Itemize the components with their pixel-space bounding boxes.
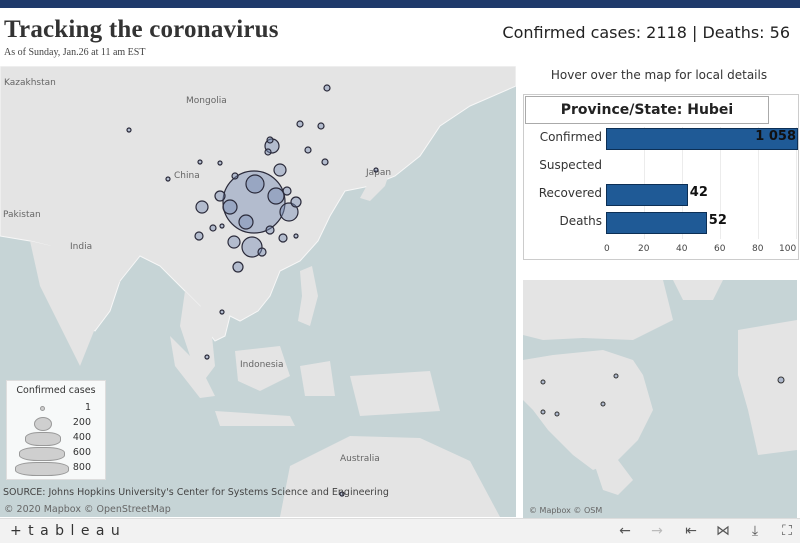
bubble[interactable]	[266, 136, 274, 144]
province-header: Province/State: Hubei	[524, 95, 769, 124]
legend-circle-icon	[25, 432, 61, 446]
bubble[interactable]	[373, 167, 379, 173]
bubble[interactable]	[267, 187, 285, 205]
legend-value: 600	[72, 447, 91, 458]
bubble[interactable]	[245, 174, 265, 194]
summary-headline: Confirmed cases: 2118 | Deaths: 56	[502, 23, 790, 42]
mini-map-credit[interactable]: © Mapbox © OSM	[529, 506, 602, 515]
bar-row-recovered[interactable]: Recovered 42	[524, 181, 798, 207]
size-legend: Confirmed cases 1 200 400 600 800	[6, 380, 106, 480]
bubble[interactable]	[231, 172, 239, 180]
legend-value: 1	[84, 402, 91, 413]
bar-value: 52	[708, 213, 727, 228]
bubble[interactable]	[317, 122, 325, 130]
source-note: SOURCE: Johns Hopkins University's Cente…	[3, 487, 389, 498]
main-map[interactable]: Kazakhstan Mongolia China Japan Pakistan…	[0, 66, 516, 517]
legend-value: 800	[72, 462, 91, 473]
back-icon[interactable]: ←	[614, 522, 636, 540]
bubble[interactable]	[195, 200, 209, 214]
download-icon[interactable]: ⤓	[744, 522, 766, 540]
legend-circle-icon	[19, 447, 65, 461]
hover-hint: Hover over the map for local details	[550, 68, 768, 82]
dashboard-subtitle: As of Sunday, Jan.26 at 11 am EST	[4, 47, 146, 58]
bubble[interactable]	[777, 376, 785, 384]
us-mini-map[interactable]: © Mapbox © OSM	[523, 280, 797, 518]
bubble[interactable]	[540, 379, 546, 385]
forward-icon[interactable]: →	[646, 522, 668, 540]
bar-value: 42	[689, 185, 708, 200]
legend-circle-icon	[15, 462, 69, 476]
legend-circle-icon	[40, 406, 45, 411]
bubble[interactable]	[204, 354, 210, 360]
bubble[interactable]	[321, 158, 329, 166]
province-details-chart: Province/State: Hubei Confirmed 1 058 Susp…	[523, 94, 799, 260]
bubble[interactable]	[232, 261, 244, 273]
bubble[interactable]	[219, 309, 225, 315]
mini-map-land	[523, 280, 797, 495]
bubble[interactable]	[323, 84, 331, 92]
bubble[interactable]	[209, 224, 217, 232]
axis-tick: 40	[676, 244, 688, 254]
bubble[interactable]	[222, 199, 238, 215]
bubble[interactable]	[282, 186, 292, 196]
bar-row-confirmed[interactable]: Confirmed 1 058	[524, 125, 798, 151]
bubble[interactable]	[214, 190, 226, 202]
dashboard-title: Tracking the coronavirus	[4, 16, 279, 43]
bar-deaths[interactable]	[606, 212, 707, 234]
axis-tick: 20	[638, 244, 650, 254]
fullscreen-icon[interactable]: ⛶	[776, 522, 798, 540]
bubble[interactable]	[290, 196, 302, 208]
bubble[interactable]	[227, 235, 241, 249]
bubble[interactable]	[194, 231, 204, 241]
bubble[interactable]	[217, 160, 223, 166]
legend-row: 200	[7, 416, 105, 432]
tableau-logo[interactable]: + t a b l e a u	[10, 523, 121, 539]
province-label: Province/State: Hubei	[525, 96, 769, 124]
bar-recovered[interactable]	[606, 184, 688, 206]
legend-row: 600	[7, 446, 105, 462]
bar-value: 1 058	[755, 129, 796, 144]
top-accent-bar	[0, 0, 800, 8]
bubble[interactable]	[219, 223, 225, 229]
bubble[interactable]	[304, 146, 312, 154]
map-credit[interactable]: © 2020 Mapbox © OpenStreetMap	[4, 504, 171, 515]
bubble[interactable]	[293, 233, 299, 239]
bar-label: Recovered	[538, 186, 602, 200]
axis-tick: 100	[779, 244, 797, 254]
tableau-toolbar: + t a b l e a u ← → ⇤ ⋈ ⤓ ⛶	[0, 518, 800, 543]
axis-tick: 0	[604, 244, 610, 254]
legend-title: Confirmed cases	[16, 385, 96, 396]
bubble[interactable]	[126, 127, 132, 133]
bar-label: Confirmed	[539, 130, 602, 144]
legend-value: 200	[72, 417, 91, 428]
bubble[interactable]	[165, 176, 171, 182]
bubble[interactable]	[273, 163, 287, 177]
bar-label: Suspected	[539, 158, 602, 172]
bubble[interactable]	[197, 159, 203, 165]
axis-tick: 60	[714, 244, 726, 254]
bubble[interactable]	[600, 401, 606, 407]
bubble[interactable]	[540, 409, 546, 415]
bubble[interactable]	[296, 120, 304, 128]
revert-icon[interactable]: ⇤	[680, 522, 702, 540]
bubble[interactable]	[238, 214, 254, 230]
share-icon[interactable]: ⋈	[712, 522, 734, 540]
bubble[interactable]	[278, 233, 288, 243]
bar-row-suspected[interactable]: Suspected	[524, 153, 798, 179]
bubble[interactable]	[257, 247, 267, 257]
axis-tick: 80	[752, 244, 764, 254]
legend-row: 800	[7, 461, 105, 477]
bar-row-deaths[interactable]: Deaths 52	[524, 209, 798, 235]
legend-circle-icon	[34, 417, 52, 431]
bubble[interactable]	[264, 148, 272, 156]
bubble[interactable]	[554, 411, 560, 417]
bubble[interactable]	[265, 225, 275, 235]
bar-label: Deaths	[559, 214, 602, 228]
legend-row: 1	[7, 401, 105, 417]
bubble[interactable]	[613, 373, 619, 379]
legend-value: 400	[72, 432, 91, 443]
legend-row: 400	[7, 431, 105, 447]
